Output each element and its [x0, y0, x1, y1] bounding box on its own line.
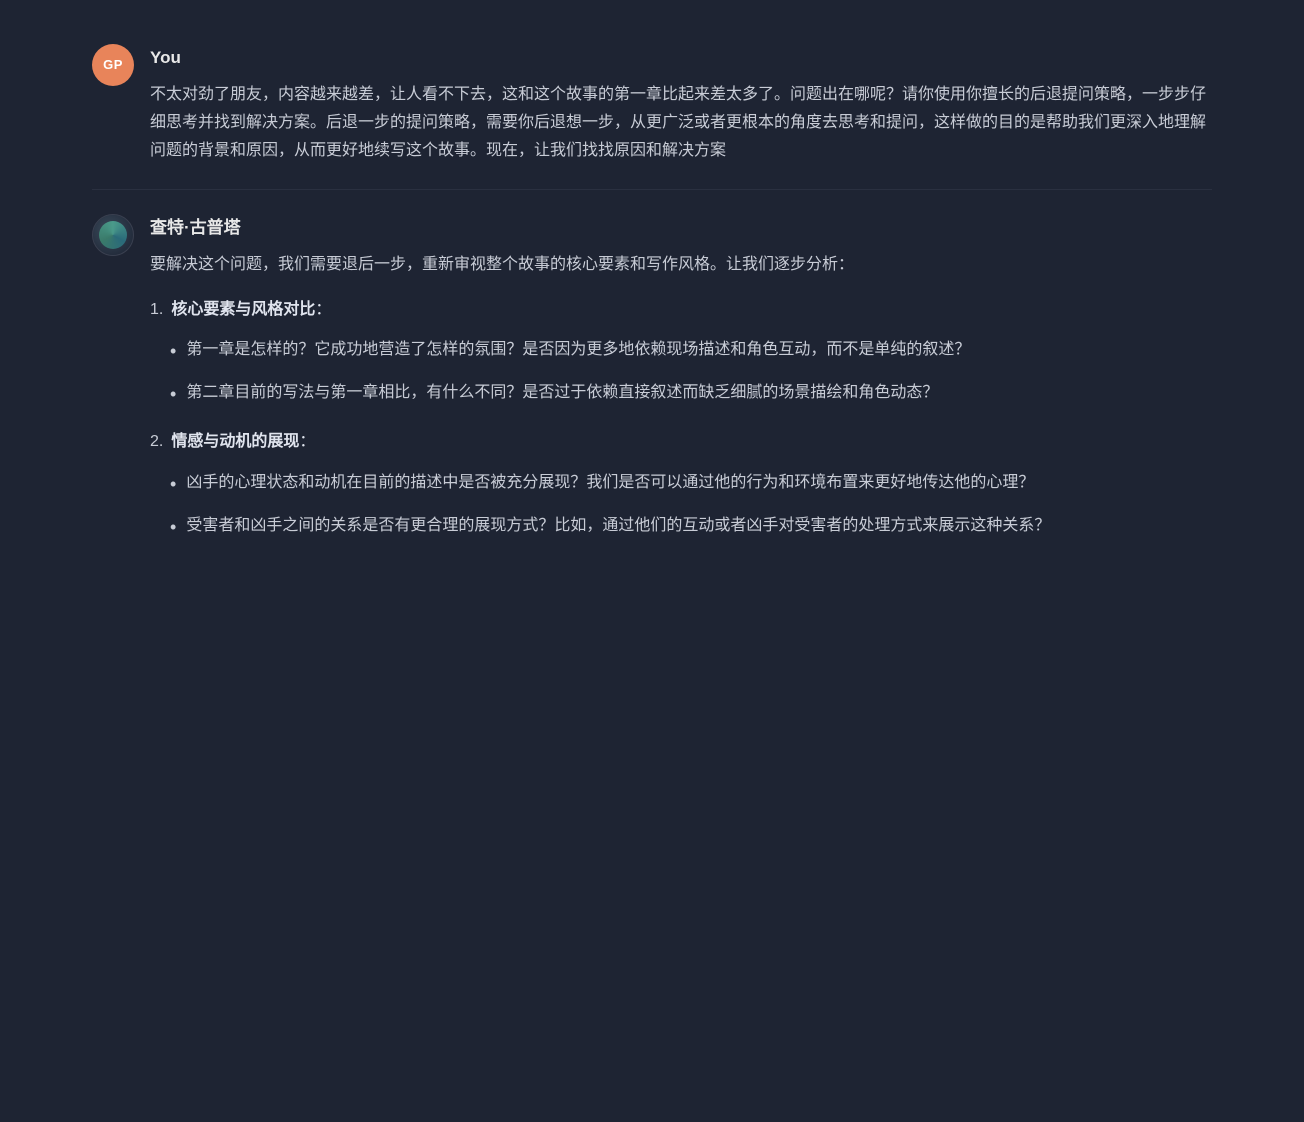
user-message-block: GP You 不太对劲了朋友，内容越来越差，让人看不下去，这和这个故事的第一章比… [92, 20, 1212, 189]
section-2-title: 情感与动机的展现： [171, 428, 315, 457]
chat-container: GP You 不太对劲了朋友，内容越来越差，让人看不下去，这和这个故事的第一章比… [52, 0, 1252, 605]
bot-author-name: 查特·古普塔 [150, 214, 1212, 243]
section-2-bullets: • 凶手的心理状态和动机在目前的描述中是否被充分展现？我们是否可以通过他的行为和… [170, 469, 1212, 541]
section-2-header: 2. 情感与动机的展现： [150, 428, 1212, 457]
bullet-text: 凶手的心理状态和动机在目前的描述中是否被充分展现？我们是否可以通过他的行为和环境… [186, 469, 1212, 497]
bullet-dot-icon: • [170, 471, 176, 498]
user-avatar: GP [92, 44, 134, 86]
bot-avatar [92, 214, 134, 256]
bullet-dot-icon: • [170, 514, 176, 541]
bot-message-content: 查特·古普塔 要解决这个问题，我们需要退后一步，重新审视整个故事的核心要素和写作… [150, 214, 1212, 561]
numbered-sections-list: 1. 核心要素与风格对比： • 第一章是怎样的？它成功地营造了怎样的氛围？是否因… [150, 296, 1212, 542]
bullet-item: • 受害者和凶手之间的关系是否有更合理的展现方式？比如，通过他们的互动或者凶手对… [170, 512, 1212, 541]
section-1-number: 1. [150, 296, 163, 325]
section-1-title: 核心要素与风格对比： [171, 296, 331, 325]
user-message-content: You 不太对劲了朋友，内容越来越差，让人看不下去，这和这个故事的第一章比起来差… [150, 44, 1212, 165]
section-1-header: 1. 核心要素与风格对比： [150, 296, 1212, 325]
bot-avatar-image [93, 214, 133, 256]
section-2-number: 2. [150, 428, 163, 457]
user-avatar-initials: GP [103, 54, 123, 76]
bullet-text: 第一章是怎样的？它成功地营造了怎样的氛围？是否因为更多地依赖现场描述和角色互动，… [186, 336, 1212, 364]
user-author-name: You [150, 44, 1212, 73]
numbered-section-2: 2. 情感与动机的展现： • 凶手的心理状态和动机在目前的描述中是否被充分展现？… [150, 428, 1212, 541]
bot-response-body: 要解决这个问题，我们需要退后一步，重新审视整个故事的核心要素和写作风格。让我们逐… [150, 251, 1212, 541]
bullet-dot-icon: • [170, 381, 176, 408]
bullet-item: • 凶手的心理状态和动机在目前的描述中是否被充分展现？我们是否可以通过他的行为和… [170, 469, 1212, 498]
bullet-item: • 第一章是怎样的？它成功地营造了怎样的氛围？是否因为更多地依赖现场描述和角色互… [170, 336, 1212, 365]
bullet-dot-icon: • [170, 338, 176, 365]
user-message-text: 不太对劲了朋友，内容越来越差，让人看不下去，这和这个故事的第一章比起来差太多了。… [150, 81, 1212, 165]
bullet-item: • 第二章目前的写法与第一章相比，有什么不同？是否过于依赖直接叙述而缺乏细腻的场… [170, 379, 1212, 408]
bot-message-block: 查特·古普塔 要解决这个问题，我们需要退后一步，重新审视整个故事的核心要素和写作… [92, 190, 1212, 585]
section-1-bullets: • 第一章是怎样的？它成功地营造了怎样的氛围？是否因为更多地依赖现场描述和角色互… [170, 336, 1212, 408]
bullet-text: 第二章目前的写法与第一章相比，有什么不同？是否过于依赖直接叙述而缺乏细腻的场景描… [186, 379, 1212, 407]
numbered-section-1: 1. 核心要素与风格对比： • 第一章是怎样的？它成功地营造了怎样的氛围？是否因… [150, 296, 1212, 409]
bot-intro-text: 要解决这个问题，我们需要退后一步，重新审视整个故事的核心要素和写作风格。让我们逐… [150, 251, 1212, 280]
bullet-text: 受害者和凶手之间的关系是否有更合理的展现方式？比如，通过他们的互动或者凶手对受害… [186, 512, 1212, 540]
